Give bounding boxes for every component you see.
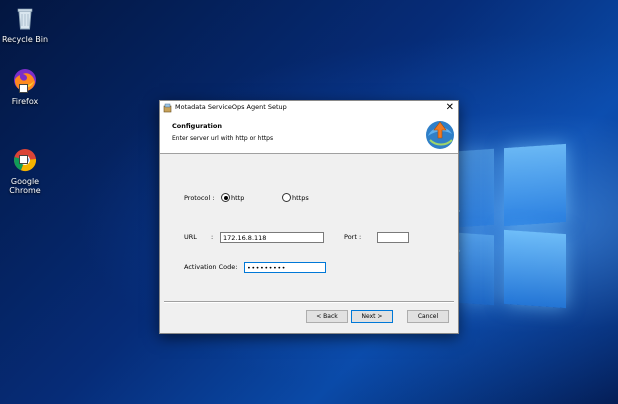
desktop-icon-chrome[interactable]: Google Chrome bbox=[0, 128, 50, 195]
windows-logo-pane bbox=[504, 229, 566, 309]
setup-dialog: Motadata ServiceOps Agent Setup ✕ Config… bbox=[159, 100, 459, 334]
chrome-icon bbox=[11, 137, 39, 172]
url-input[interactable]: 172.16.8.118 bbox=[220, 232, 324, 243]
recycle-bin-icon bbox=[11, 4, 39, 32]
port-label: Port : bbox=[344, 233, 362, 241]
desktop-icon-recycle-bin[interactable]: Recycle Bin bbox=[0, 4, 50, 44]
back-button[interactable]: < Back bbox=[306, 310, 348, 323]
windows-logo-pane bbox=[504, 143, 566, 227]
desktop-icon-label: Recycle Bin bbox=[1, 35, 49, 44]
url-label: URL bbox=[184, 233, 197, 241]
shortcut-arrow-icon bbox=[19, 84, 28, 93]
installer-icon bbox=[163, 103, 173, 113]
shortcut-arrow-icon bbox=[19, 155, 28, 164]
radio-https[interactable] bbox=[282, 193, 291, 202]
dialog-titlebar[interactable]: Motadata ServiceOps Agent Setup ✕ bbox=[160, 101, 458, 115]
setup-logo-icon bbox=[422, 116, 458, 152]
radio-http-label[interactable]: http bbox=[231, 194, 244, 202]
activation-code-input[interactable]: ••••••••• bbox=[244, 262, 326, 273]
close-icon[interactable]: ✕ bbox=[446, 101, 454, 115]
page-subheading: Enter server url with http or https bbox=[172, 135, 274, 142]
desktop: Recycle Bin Firefox Google Chrome Motada… bbox=[0, 0, 618, 404]
desktop-icon-label: Google Chrome bbox=[9, 177, 41, 195]
dialog-banner: Configuration Enter server url with http… bbox=[160, 115, 458, 154]
windows-logo-pane bbox=[458, 148, 494, 228]
desktop-icon-firefox[interactable]: Firefox bbox=[0, 66, 50, 106]
next-button[interactable]: Next > bbox=[351, 310, 393, 323]
port-input[interactable] bbox=[377, 232, 409, 243]
windows-logo-pane bbox=[458, 232, 494, 306]
protocol-label: Protocol : bbox=[184, 194, 215, 202]
radio-https-label[interactable]: https bbox=[292, 194, 309, 202]
page-heading: Configuration bbox=[172, 122, 222, 130]
desktop-icon-label: Firefox bbox=[11, 97, 39, 106]
dialog-title: Motadata ServiceOps Agent Setup bbox=[175, 103, 287, 111]
firefox-icon bbox=[11, 66, 39, 94]
cancel-button[interactable]: Cancel bbox=[407, 310, 449, 323]
button-separator bbox=[164, 301, 454, 303]
activation-code-label: Activation Code: bbox=[184, 263, 238, 271]
url-colon: : bbox=[211, 233, 214, 241]
radio-http[interactable] bbox=[221, 193, 230, 202]
